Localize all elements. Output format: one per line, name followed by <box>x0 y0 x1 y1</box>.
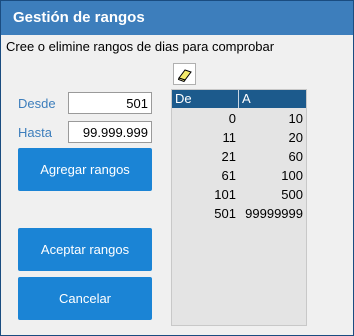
eraser-icon <box>177 69 192 83</box>
desde-input[interactable] <box>68 92 152 114</box>
hasta-input[interactable] <box>68 121 152 143</box>
table-row[interactable]: 11 20 <box>172 128 306 147</box>
cell-de: 501 <box>214 206 236 221</box>
table-header: De A <box>172 90 306 108</box>
cell-a: 20 <box>288 130 303 145</box>
dialog-title: Gestión de rangos <box>13 9 145 26</box>
cell-de: 101 <box>214 187 236 202</box>
table-row[interactable]: 101 500 <box>172 185 306 204</box>
cell-a: 100 <box>281 168 303 183</box>
desde-label: Desde <box>18 96 56 111</box>
column-header-de: De <box>175 91 192 106</box>
cell-de: 0 <box>228 111 236 126</box>
eraser-button[interactable] <box>173 63 196 85</box>
ranges-table[interactable]: De A 0 10 11 20 21 60 61 100 101 500 501… <box>171 89 307 326</box>
cell-a: 99999999 <box>245 206 303 221</box>
cancel-button[interactable]: Cancelar <box>18 277 152 320</box>
cell-de: 11 <box>222 130 237 145</box>
table-row[interactable]: 61 100 <box>172 166 306 185</box>
column-header-a: A <box>242 91 251 106</box>
add-ranges-button[interactable]: Agregar rangos <box>18 148 152 191</box>
title-bar: Gestión de rangos <box>1 1 353 35</box>
table-row[interactable]: 501 99999999 <box>172 204 306 223</box>
instructions-text: Cree o elimine rangos de dias para compr… <box>6 39 275 54</box>
dialog-window: Gestión de rangos Cree o elimine rangos … <box>0 0 354 336</box>
accept-ranges-button[interactable]: Aceptar rangos <box>18 228 152 271</box>
cell-a: 10 <box>288 111 303 126</box>
cell-a: 500 <box>281 187 303 202</box>
cell-de: 21 <box>221 149 236 164</box>
cell-a: 60 <box>288 149 303 164</box>
column-divider <box>238 90 239 108</box>
cell-de: 61 <box>221 168 236 183</box>
table-row[interactable]: 0 10 <box>172 109 306 128</box>
table-row[interactable]: 21 60 <box>172 147 306 166</box>
hasta-label: Hasta <box>18 125 52 140</box>
